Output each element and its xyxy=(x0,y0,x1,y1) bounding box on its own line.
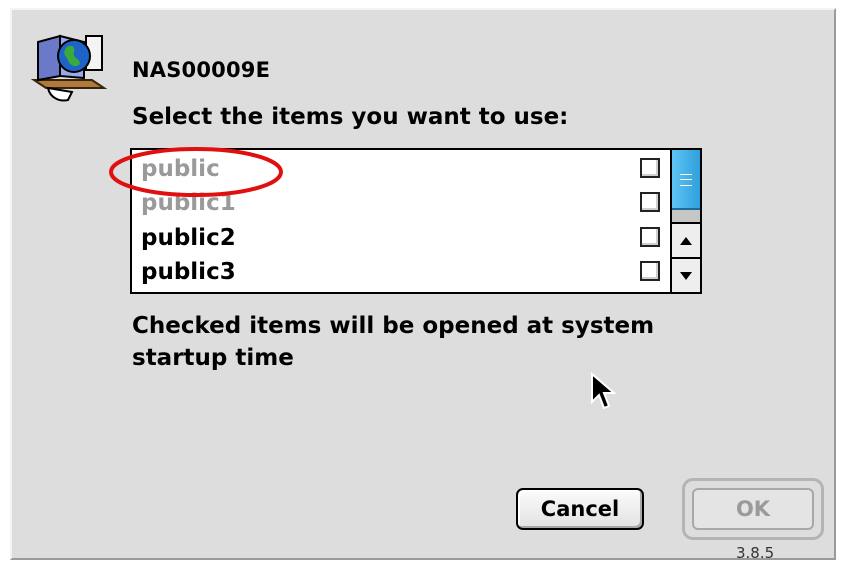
scroll-down-button[interactable] xyxy=(672,257,700,292)
list-item-label: public1 xyxy=(141,190,236,216)
ok-button[interactable]: OK xyxy=(692,488,814,530)
arrow-up-icon xyxy=(680,236,692,245)
list-item-public1[interactable]: public1 xyxy=(132,186,672,220)
scroll-track[interactable] xyxy=(672,210,700,222)
arrow-down-icon xyxy=(680,271,692,280)
server-name: NAS00009E xyxy=(132,58,271,82)
list-scrollbar[interactable] xyxy=(670,150,700,292)
file-server-globe-icon xyxy=(30,28,110,108)
startup-checkbox[interactable] xyxy=(640,227,660,247)
list-item-public2[interactable]: public2 xyxy=(132,221,672,255)
startup-footnote: Checked items will be opened at system s… xyxy=(132,310,732,374)
startup-checkbox[interactable] xyxy=(640,192,660,212)
list-item-public[interactable]: public xyxy=(132,152,672,186)
version-label: 3.8.5 xyxy=(736,544,775,562)
startup-checkbox[interactable] xyxy=(640,261,660,281)
select-volumes-dialog: NAS00009E Select the items you want to u… xyxy=(10,8,836,562)
list-item-public3[interactable]: public3 xyxy=(132,255,672,289)
list-item-label: public3 xyxy=(141,259,236,285)
select-items-prompt: Select the items you want to use: xyxy=(132,104,569,130)
cancel-button[interactable]: Cancel xyxy=(516,488,644,530)
list-item-label: public xyxy=(141,156,220,182)
startup-checkbox[interactable] xyxy=(640,158,660,178)
volume-list-items: public public1 public2 public3 xyxy=(132,150,672,292)
footnote-line: startup time xyxy=(132,345,294,371)
scroll-thumb[interactable] xyxy=(672,150,700,210)
mouse-pointer-icon xyxy=(591,372,616,410)
list-item-label: public2 xyxy=(141,225,236,251)
footnote-line: Checked items will be opened at system xyxy=(132,313,655,339)
grip-icon xyxy=(680,174,692,186)
scroll-up-button[interactable] xyxy=(672,222,700,257)
volume-list[interactable]: public public1 public2 public3 xyxy=(130,148,702,294)
